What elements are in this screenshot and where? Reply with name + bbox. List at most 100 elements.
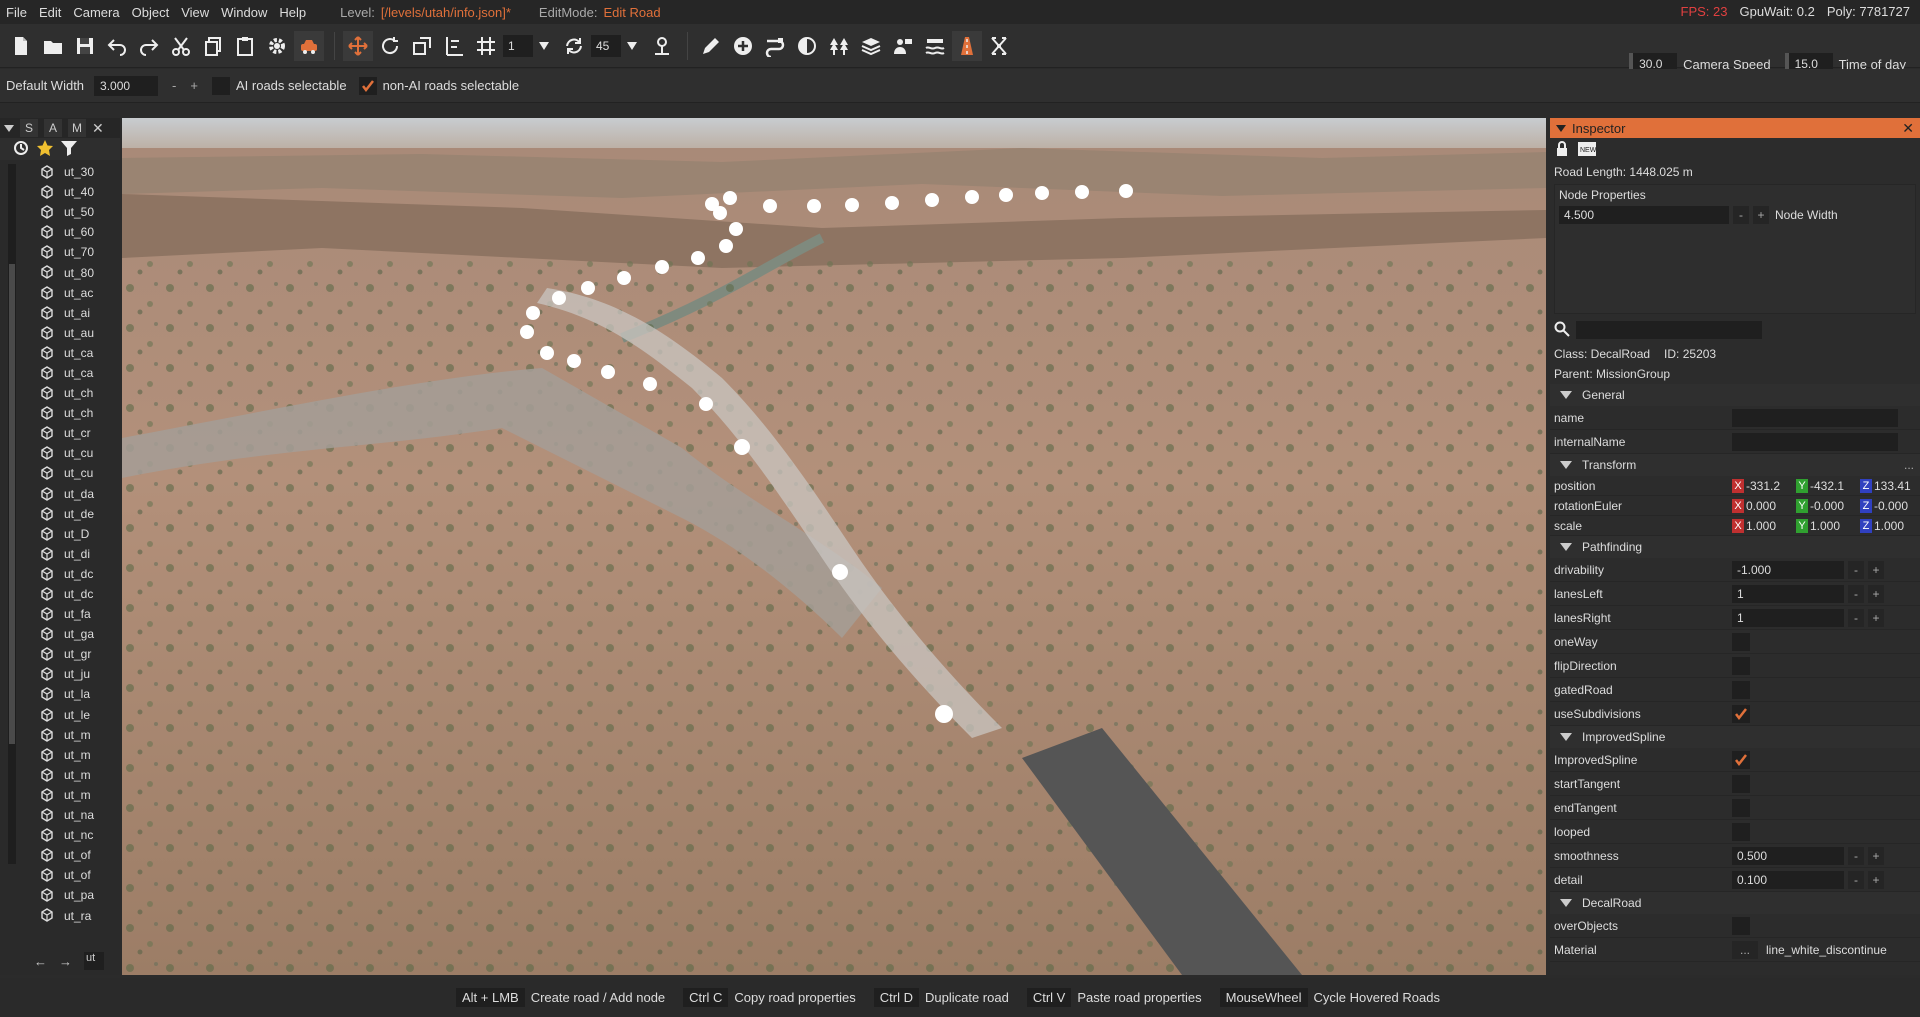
tree-item[interactable]: ut_fa [10, 604, 110, 624]
tree-item[interactable]: ut_60 [10, 222, 110, 242]
default-width-input[interactable]: 3.000 [94, 75, 159, 96]
tree-item[interactable]: ut_cu [10, 463, 110, 483]
menu-view[interactable]: View [175, 5, 215, 20]
detail-decrement[interactable]: - [1848, 871, 1864, 889]
road-node[interactable] [845, 198, 859, 212]
forward-arrow-icon[interactable]: → [59, 954, 72, 969]
tree-item[interactable]: ut_ch [10, 383, 110, 403]
tree-item[interactable]: ut_m [10, 725, 110, 745]
grid-snap-value[interactable]: 1 [503, 34, 533, 57]
tree-item[interactable]: ut_30 [10, 162, 110, 182]
detail-increment[interactable]: + [1868, 871, 1884, 889]
road-node[interactable] [526, 306, 540, 320]
snap-axis-icon[interactable] [439, 31, 469, 61]
tree-item[interactable]: ut_m [10, 785, 110, 805]
road-node[interactable] [1035, 186, 1049, 200]
menu-object[interactable]: Object [126, 5, 176, 20]
node-width-input[interactable]: 4.500 [1559, 206, 1729, 224]
start-tangent-checkbox[interactable] [1732, 775, 1750, 793]
road-node[interactable] [763, 199, 777, 213]
tree-path-input[interactable]: ut [84, 952, 104, 970]
tree-item[interactable]: ut_of [10, 845, 110, 865]
cut-icon[interactable] [166, 31, 196, 61]
settings-gear-icon[interactable] [262, 31, 292, 61]
road-node[interactable] [734, 439, 750, 455]
tree-item[interactable]: ut_dc [10, 564, 110, 584]
decal-road-icon[interactable] [952, 30, 982, 61]
name-input[interactable] [1732, 409, 1898, 427]
tree-item[interactable]: ut_ca [10, 343, 110, 363]
paste-icon[interactable] [230, 31, 260, 61]
lock-icon[interactable] [1554, 140, 1570, 160]
open-folder-icon[interactable] [38, 31, 68, 61]
tree-item[interactable]: ut_au [10, 323, 110, 343]
tree-item[interactable]: ut_ju [10, 664, 110, 684]
end-tangent-checkbox[interactable] [1732, 799, 1750, 817]
rotation-snap-value[interactable]: 45 [591, 34, 621, 57]
detail-input[interactable]: 0.100 [1732, 871, 1844, 889]
default-width-decrement[interactable]: - [172, 78, 176, 93]
road-node[interactable] [520, 325, 534, 339]
position-x[interactable]: -331.2 [1746, 479, 1792, 493]
tree-item[interactable]: ut_50 [10, 202, 110, 222]
filter-icon[interactable] [60, 139, 78, 160]
road-node[interactable] [643, 377, 657, 391]
node-width-decrement[interactable]: - [1733, 206, 1749, 224]
section-general[interactable]: General [1550, 384, 1920, 406]
redo-icon[interactable] [134, 31, 164, 61]
gated-road-checkbox[interactable] [1732, 681, 1750, 699]
road-node[interactable] [705, 197, 719, 211]
menu-edit[interactable]: Edit [33, 5, 67, 20]
use-subdivisions-checkbox[interactable] [1732, 705, 1750, 723]
tree-item[interactable]: ut_ac [10, 283, 110, 303]
menu-help[interactable]: Help [273, 5, 312, 20]
close-icon[interactable]: ✕ [92, 120, 104, 137]
one-way-checkbox[interactable] [1732, 633, 1750, 651]
tree-item[interactable]: ut_gr [10, 644, 110, 664]
tree-item[interactable]: ut_de [10, 504, 110, 524]
road-node[interactable] [1119, 184, 1133, 198]
panel-menu-icon[interactable] [1556, 123, 1566, 133]
improved-spline-checkbox[interactable] [1732, 751, 1750, 769]
road-node[interactable] [729, 222, 743, 236]
road-node[interactable] [691, 251, 705, 265]
scale-z[interactable]: 1.000 [1874, 519, 1920, 533]
new-window-icon[interactable]: NEW [1578, 141, 1597, 159]
tree-item[interactable]: ut_m [10, 765, 110, 785]
road-node[interactable] [601, 365, 615, 379]
tree-item[interactable]: ut_m [10, 745, 110, 765]
default-width-increment[interactable]: + [190, 78, 198, 93]
section-improved-spline[interactable]: ImprovedSpline [1550, 726, 1920, 748]
material-value[interactable]: line_white_discontinue [1766, 943, 1887, 957]
water-icon[interactable] [920, 31, 950, 61]
back-arrow-icon[interactable]: ← [34, 954, 47, 969]
scale-xyz[interactable]: X 1.000 Y 1.000 Z 1.000 [1732, 517, 1920, 535]
material-browse-button[interactable]: ... [1732, 941, 1758, 959]
road-node[interactable] [719, 239, 733, 253]
road-node[interactable] [552, 291, 566, 305]
tree-item[interactable]: ut_80 [10, 262, 110, 282]
rotation-x[interactable]: 0.000 [1746, 499, 1792, 513]
menu-file[interactable]: File [0, 5, 33, 20]
menu-window[interactable]: Window [215, 5, 273, 20]
scale-x[interactable]: 1.000 [1746, 519, 1792, 533]
road-node[interactable] [935, 705, 953, 723]
lanes-right-increment[interactable]: + [1868, 609, 1884, 627]
road-editor-icon[interactable] [760, 31, 790, 61]
tree-item[interactable]: ut_ra [10, 905, 110, 925]
tree-item[interactable]: ut_la [10, 684, 110, 704]
section-transform[interactable]: Transform... [1550, 454, 1920, 476]
over-objects-checkbox[interactable] [1732, 917, 1750, 935]
menu-camera[interactable]: Camera [67, 5, 125, 20]
grid-snap-icon[interactable] [471, 31, 501, 61]
material-layers-icon[interactable] [856, 31, 886, 61]
scale-y[interactable]: 1.000 [1810, 519, 1856, 533]
road-node[interactable] [699, 397, 713, 411]
drivability-increment[interactable]: + [1868, 561, 1884, 579]
ai-spawn-icon[interactable] [888, 31, 918, 61]
tree-item[interactable]: ut_ch [10, 403, 110, 423]
tree-item[interactable]: ut_ai [10, 303, 110, 323]
tree-item[interactable]: ut_ca [10, 363, 110, 383]
tree-item[interactable]: ut_40 [10, 182, 110, 202]
terrain-paint-icon[interactable] [792, 31, 822, 61]
